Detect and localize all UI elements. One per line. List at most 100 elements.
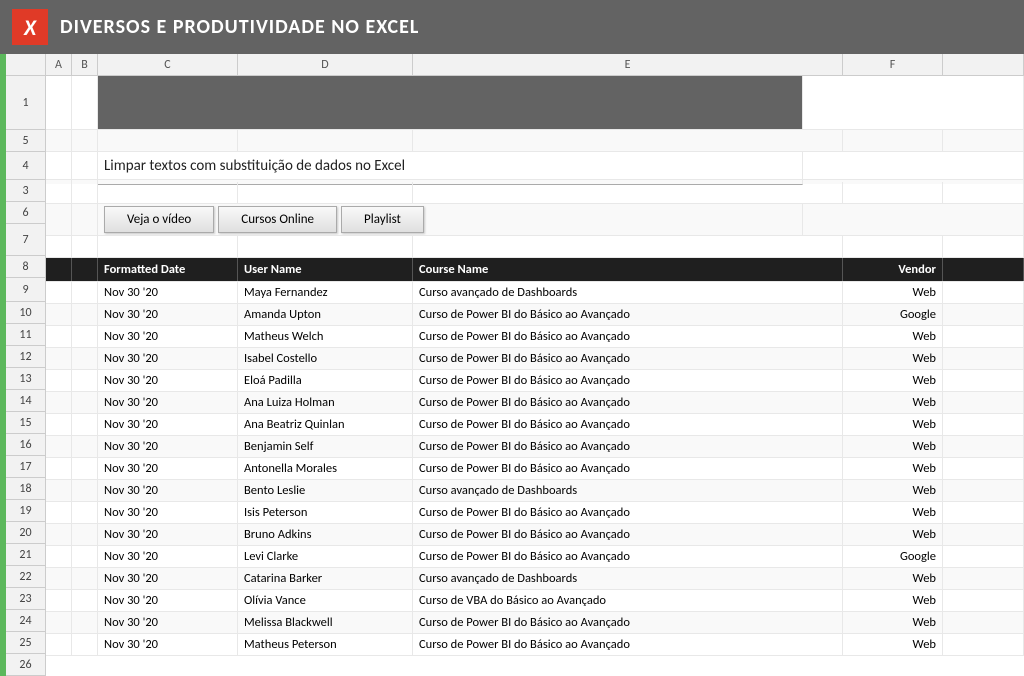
- table-cell: Web: [843, 348, 943, 369]
- col-header-d: D: [238, 54, 413, 75]
- spreadsheet-container: X DIVERSOS E PRODUTIVIDADE NO EXCEL 1543…: [0, 0, 1024, 649]
- cell-4c: Limpar textos com substituição de dados …: [98, 152, 803, 179]
- table-cell: [46, 370, 72, 391]
- playlist-button[interactable]: Playlist: [341, 206, 424, 233]
- table-row: Nov 30 '20Antonella MoralesCurso de Powe…: [46, 458, 1024, 480]
- cell-4b: [72, 152, 98, 179]
- table-cell: Web: [843, 480, 943, 501]
- table-cell: [72, 634, 98, 655]
- cell-4rest: [803, 152, 1024, 179]
- table-cell: Eloá Padilla: [238, 370, 413, 391]
- table-header-vendor: Vendor: [843, 258, 943, 281]
- table-row: Nov 30 '20Matheus PetersonCurso de Power…: [46, 634, 1024, 656]
- table-cell: Google: [843, 546, 943, 567]
- table-cell: [943, 458, 1024, 479]
- table-cell: [46, 612, 72, 633]
- table-cell: [46, 568, 72, 589]
- cell-5a: [46, 130, 72, 151]
- table-cell: Nov 30 '20: [98, 282, 238, 303]
- cell-5f: [843, 130, 943, 151]
- table-cell: Benjamin Self: [238, 436, 413, 457]
- table-cell: [46, 458, 72, 479]
- col-header-f: F: [843, 54, 943, 75]
- table-cell: [72, 392, 98, 413]
- table-cell: Curso de VBA do Básico ao Avançado: [413, 590, 843, 611]
- column-headers-row: A B C D E F: [46, 54, 1024, 76]
- table-header-course-name: Course Name: [413, 258, 843, 281]
- table-cell: Curso de Power BI do Básico ao Avançado: [413, 546, 843, 567]
- cell-8rest: [943, 236, 1024, 257]
- table-cell: Levi Clarke: [238, 546, 413, 567]
- table-cell: Nov 30 '20: [98, 480, 238, 501]
- table-cell: Bruno Adkins: [238, 524, 413, 545]
- table-cell: [46, 502, 72, 523]
- row-5: [46, 130, 1024, 152]
- data-rows: Limpar textos com substituição de dados …: [46, 76, 1024, 676]
- table-cell: Nov 30 '20: [98, 502, 238, 523]
- table-header-col-b: [72, 258, 98, 281]
- cell-8b: [72, 236, 98, 257]
- table-cell: Nov 30 '20: [98, 304, 238, 325]
- table-cell: Curso de Power BI do Básico ao Avançado: [413, 436, 843, 457]
- veja-video-button[interactable]: Veja o vídeo: [104, 206, 214, 233]
- table-cell: Nov 30 '20: [98, 612, 238, 633]
- table-header-formatted-date: Formatted Date: [98, 258, 238, 281]
- table-cell: Web: [843, 568, 943, 589]
- table-cell: Ana Luiza Holman: [238, 392, 413, 413]
- cell-7c: Veja o vídeo Cursos Online Playlist: [98, 204, 803, 235]
- cell-4a: [46, 152, 72, 179]
- cell-5e: [413, 130, 843, 151]
- table-cell: Olívia Vance: [238, 590, 413, 611]
- row-numbers-column: 1543678910111213141516171819202122232425…: [6, 54, 46, 676]
- table-row: Nov 30 '20Isis PetersonCurso de Power BI…: [46, 502, 1024, 524]
- table-row: Nov 30 '20Eloá PadillaCurso de Power BI …: [46, 370, 1024, 392]
- table-cell: Curso de Power BI do Básico ao Avançado: [413, 634, 843, 655]
- table-cell: Web: [843, 282, 943, 303]
- cursos-online-button[interactable]: Cursos Online: [218, 206, 337, 233]
- table-cell: Nov 30 '20: [98, 524, 238, 545]
- table-cell: Isabel Costello: [238, 348, 413, 369]
- table-cell: [46, 634, 72, 655]
- table-cell: Curso de Power BI do Básico ao Avançado: [413, 502, 843, 523]
- cell-8d: [238, 236, 413, 257]
- table-cell: Curso de Power BI do Básico ao Avançado: [413, 524, 843, 545]
- row-8: [46, 236, 1024, 258]
- cell-5rest: [943, 130, 1024, 151]
- table-row: Nov 30 '20Levi ClarkeCurso de Power BI d…: [46, 546, 1024, 568]
- table-row: Nov 30 '20Amanda UptonCurso de Power BI …: [46, 304, 1024, 326]
- table-cell: Curso de Power BI do Básico ao Avançado: [413, 326, 843, 347]
- table-cell: Melissa Blackwell: [238, 612, 413, 633]
- cell-6c: [98, 182, 238, 203]
- cell-6e: [413, 182, 843, 203]
- table-cell: [943, 524, 1024, 545]
- table-cell: [72, 524, 98, 545]
- cell-6b: [72, 182, 98, 203]
- table-cell: Nov 30 '20: [98, 414, 238, 435]
- col-header-e: E: [413, 54, 843, 75]
- table-cell: Curso de Power BI do Básico ao Avançado: [413, 348, 843, 369]
- cell-1c: [98, 76, 803, 129]
- table-cell: [943, 370, 1024, 391]
- cell-6d: [238, 182, 413, 203]
- table-cell: [46, 436, 72, 457]
- table-cell: Curso avançado de Dashboards: [413, 568, 843, 589]
- table-cell: Web: [843, 458, 943, 479]
- table-cell: Web: [843, 524, 943, 545]
- table-cell: Nov 30 '20: [98, 568, 238, 589]
- table-cell: [943, 326, 1024, 347]
- table-cell: Web: [843, 436, 943, 457]
- table-cell: [46, 546, 72, 567]
- cell-7a: [46, 204, 72, 235]
- table-cell: [72, 612, 98, 633]
- table-cell: Web: [843, 634, 943, 655]
- content-area: A B C D E F: [46, 54, 1024, 676]
- table-row: Nov 30 '20Maya FernandezCurso avançado d…: [46, 282, 1024, 304]
- row-6: [46, 182, 1024, 204]
- table-cell: [943, 590, 1024, 611]
- table-cell: Nov 30 '20: [98, 370, 238, 391]
- table-cell: Ana Beatriz Quinlan: [238, 414, 413, 435]
- table-cell: Nov 30 '20: [98, 546, 238, 567]
- table-header-rest: [943, 258, 1024, 281]
- table-cell: [72, 436, 98, 457]
- table-row: Nov 30 '20Benjamin SelfCurso de Power BI…: [46, 436, 1024, 458]
